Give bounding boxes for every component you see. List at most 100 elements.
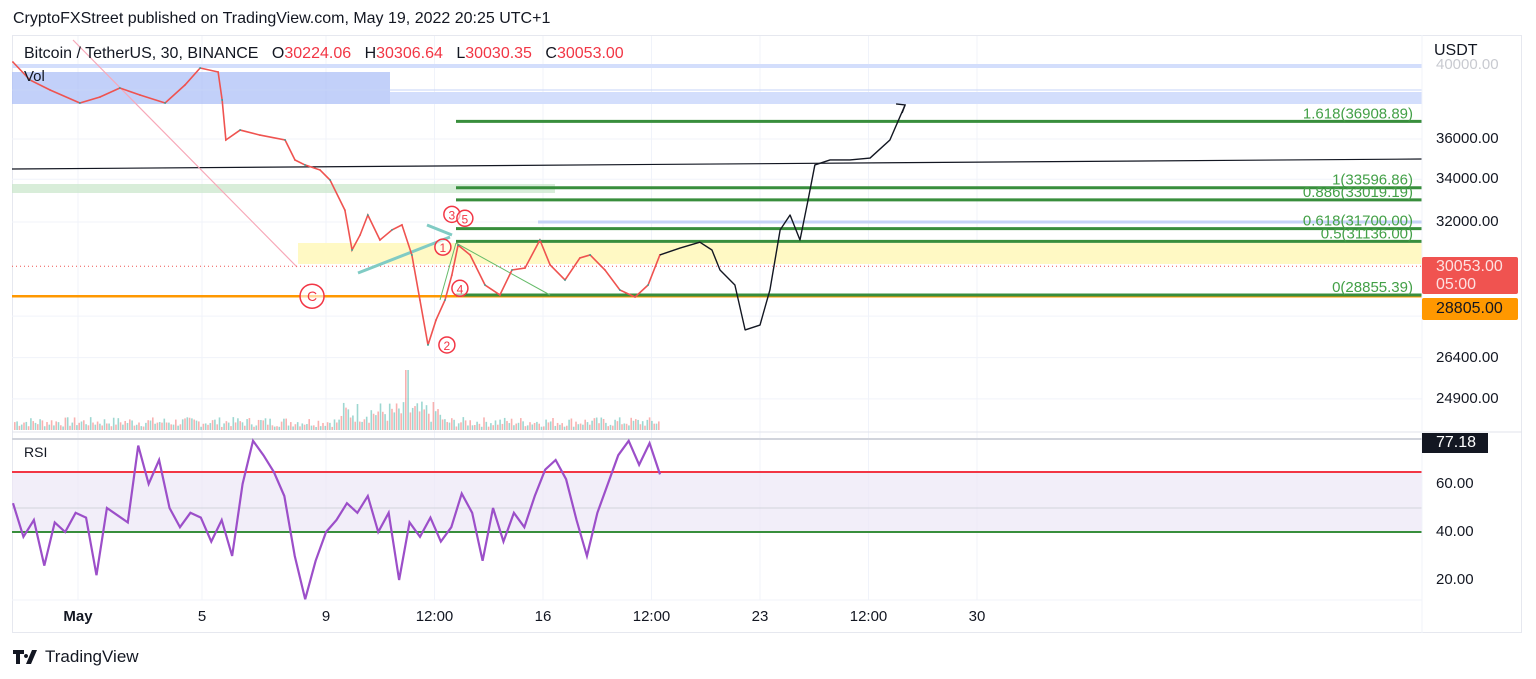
time-tick-label: 16 (534, 608, 552, 625)
volume-bar (522, 421, 524, 430)
price-point (199, 67, 202, 69)
volume-bar (531, 424, 534, 430)
price-point (549, 264, 552, 266)
volume-bar (214, 419, 216, 430)
price-point (647, 284, 649, 286)
price-point (450, 274, 453, 276)
volume-bar (322, 422, 324, 430)
time-tick-label: 12:00 (632, 608, 671, 625)
volume-bar (94, 424, 97, 430)
volume-bar (57, 422, 60, 430)
volume-bar (648, 417, 651, 430)
volume-bar (202, 423, 205, 430)
price-point (469, 254, 472, 256)
volume-bar (612, 425, 614, 430)
volume-bar (193, 419, 195, 430)
volume-bar (368, 422, 370, 430)
volume-bar (255, 425, 258, 430)
volume-bar (336, 422, 338, 430)
volume-bar (478, 423, 481, 430)
volume-bar (244, 425, 246, 430)
volume-bar (441, 419, 444, 430)
volume-bar (165, 422, 168, 430)
volume-bar (545, 419, 547, 430)
volume-bar (425, 405, 428, 430)
volume-bar (407, 370, 409, 430)
volume-bar (520, 418, 522, 430)
time-tick-label: May (63, 608, 93, 625)
volume-bar (73, 417, 76, 430)
price-point (118, 87, 121, 89)
volume-bar (216, 424, 218, 430)
volume-bar (455, 426, 458, 430)
volume-bar (269, 418, 271, 430)
volume-label[interactable]: Vol (24, 68, 45, 85)
volume-bar (234, 422, 237, 430)
tradingview-logo[interactable]: TradingView (13, 647, 139, 667)
volume-bar (536, 421, 538, 430)
volume-bar (41, 420, 44, 430)
high-label: H (364, 45, 377, 62)
wave-label-3: 3 (449, 208, 456, 222)
volume-bar (641, 421, 644, 430)
volume-bar (227, 422, 230, 430)
volume-bar (308, 419, 310, 430)
price-point (435, 319, 437, 321)
volume-bar (66, 417, 69, 430)
volume-bar (248, 418, 251, 430)
volume-bar (595, 417, 598, 430)
volume-bar (62, 426, 64, 430)
volume-bar (384, 414, 386, 430)
rsi-tick-label: 20.00 (1436, 571, 1474, 588)
volume-bar (204, 423, 207, 430)
volume-bar (299, 426, 301, 430)
time-tick-label: 5 (197, 608, 207, 625)
volume-bar (99, 423, 101, 430)
price-point (359, 234, 361, 236)
symbol-legend[interactable]: Bitcoin / TetherUS, 30, BINANCE O30224.0… (24, 45, 624, 63)
volume-bar (416, 403, 419, 430)
volume-bar (602, 418, 605, 430)
volume-bar (584, 419, 586, 430)
volume-bar (533, 422, 536, 430)
volume-bar (338, 419, 340, 430)
volume-bar (480, 426, 483, 430)
price-point (419, 299, 421, 301)
volume-bar (161, 422, 163, 430)
volume-bar (513, 425, 515, 430)
volume-bar (64, 417, 67, 430)
time-tick-label: 30 (968, 608, 986, 625)
volume-bar (154, 423, 156, 430)
chart-canvas[interactable]: 1.618(36908.89)1(33596.86)0.886(33019.19… (0, 0, 1536, 679)
projection-arrow-head (896, 103, 907, 114)
last-price-value: 30053.00 (1436, 258, 1503, 275)
rsi-label[interactable]: RSI (24, 444, 47, 460)
volume-bar (96, 421, 99, 430)
volume-bar (446, 421, 448, 430)
volume-bar (605, 422, 607, 430)
volume-bar (188, 417, 191, 430)
teal-arrow-head (426, 223, 453, 237)
volume-bar (122, 424, 124, 430)
volume-bar (510, 418, 513, 430)
volume-bar (253, 426, 255, 430)
volume-bar (471, 425, 474, 430)
volume-bar (138, 422, 140, 430)
volume-bar (432, 401, 435, 430)
volume-bar (25, 421, 28, 430)
open-value: 30224.06 (284, 45, 352, 62)
volume-bar (34, 422, 37, 430)
price-point (539, 239, 541, 241)
volume-bar (83, 420, 85, 430)
time-tick-label: 9 (321, 608, 331, 625)
volume-bar (621, 424, 623, 430)
price-point (99, 96, 101, 98)
volume-bar (559, 424, 561, 430)
volume-bar (457, 423, 460, 430)
price-point (379, 239, 381, 241)
volume-bar (379, 403, 382, 430)
volume-bar (577, 424, 580, 430)
volume-bar (398, 408, 400, 430)
price-point (564, 279, 566, 281)
price-point (224, 139, 227, 141)
